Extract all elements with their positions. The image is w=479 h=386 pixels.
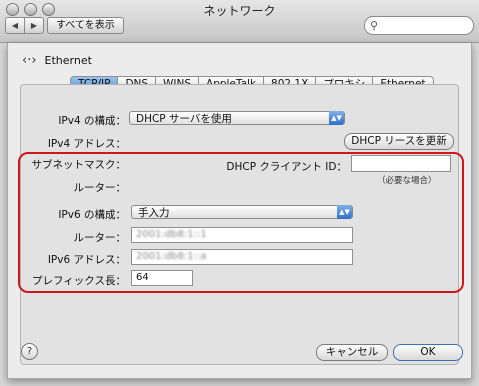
search-input[interactable] bbox=[383, 18, 471, 33]
ipv4-configure-value: DHCP サーバを使用 bbox=[136, 113, 232, 125]
ipv6-highlight-box bbox=[18, 152, 464, 293]
title-bar: ネットワーク ◀ ▶ すべてを表示 ⚲ bbox=[0, 0, 479, 43]
help-button[interactable]: ? bbox=[21, 343, 38, 360]
ipv4-configure-popup[interactable]: DHCP サーバを使用 ▲▼ bbox=[129, 111, 345, 125]
back-icon[interactable]: ◀ bbox=[5, 17, 25, 34]
ipv4-configure-label: IPv4 の構成： bbox=[58, 115, 126, 127]
cancel-button[interactable]: キャンセル bbox=[316, 344, 388, 361]
service-name: Ethernet bbox=[44, 54, 92, 67]
search-icon: ⚲ bbox=[370, 19, 379, 32]
renew-dhcp-lease-button[interactable]: DHCP リースを更新 bbox=[344, 133, 454, 150]
show-all-button[interactable]: すべてを表示 bbox=[47, 17, 124, 34]
network-preferences-window: ネットワーク ◀ ▶ すべてを表示 ⚲ ‹·› Ethernet TCP/IP … bbox=[0, 0, 479, 386]
search-field[interactable]: ⚲ bbox=[364, 16, 474, 35]
ethernet-icon: ‹·› bbox=[22, 53, 37, 68]
ok-button[interactable]: OK bbox=[393, 344, 463, 361]
ipv4-address-label: IPv4 アドレス： bbox=[47, 138, 126, 150]
popup-arrows-icon: ▲▼ bbox=[329, 111, 344, 125]
forward-icon[interactable]: ▶ bbox=[25, 17, 44, 34]
service-header: ‹·› Ethernet bbox=[22, 53, 92, 68]
navigation-buttons: ◀ ▶ bbox=[5, 17, 44, 34]
